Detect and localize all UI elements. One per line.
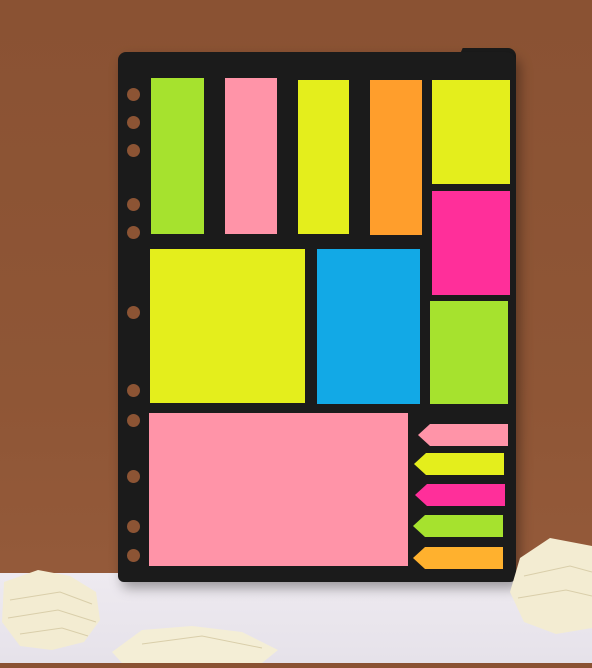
binder-hole bbox=[127, 198, 140, 211]
binder-hole bbox=[127, 88, 140, 101]
binder-hole bbox=[127, 414, 140, 427]
orange-arrow-flag bbox=[413, 547, 503, 569]
binder-hole bbox=[127, 384, 140, 397]
green-arrow-flag bbox=[413, 515, 503, 537]
crumpled-paper bbox=[0, 570, 110, 663]
binder-hole bbox=[127, 520, 140, 533]
binder-hole bbox=[127, 144, 140, 157]
yellow-small-note bbox=[432, 80, 510, 184]
orange-strip-note bbox=[370, 80, 422, 235]
blue-note bbox=[317, 249, 420, 404]
yellow-square-note bbox=[150, 249, 305, 403]
pink-arrow-flag bbox=[418, 424, 508, 446]
yellow-strip-note bbox=[298, 80, 349, 234]
magenta-arrow-flag bbox=[415, 484, 505, 506]
pink-large-note bbox=[149, 413, 408, 566]
magenta-small-note bbox=[432, 191, 510, 295]
crumpled-paper bbox=[112, 622, 282, 663]
binder-hole bbox=[127, 470, 140, 483]
binder-hole bbox=[127, 116, 140, 129]
green-small-note bbox=[430, 301, 508, 404]
binder-hole bbox=[127, 226, 140, 239]
crumpled-paper bbox=[510, 536, 592, 636]
yellow-arrow-flag bbox=[414, 453, 504, 475]
binder-hole bbox=[127, 306, 140, 319]
pink-strip-note bbox=[225, 78, 277, 234]
binder-hole bbox=[127, 549, 140, 562]
green-strip-note bbox=[151, 78, 204, 234]
